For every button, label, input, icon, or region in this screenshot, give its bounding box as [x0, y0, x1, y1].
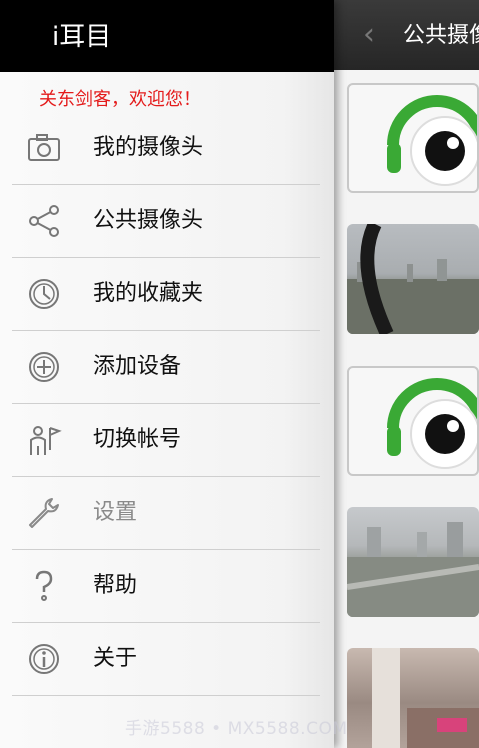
wrench-icon: [29, 498, 59, 528]
menu-label: 我的收藏夹: [93, 281, 204, 306]
menu-item-about[interactable]: 关于: [12, 623, 320, 696]
menu-label: 帮助: [93, 573, 138, 598]
menu-item-add-device[interactable]: 添加设备: [12, 331, 320, 404]
camera-snapshot: [347, 224, 479, 334]
public-camera-header: ‹ 公共摄像头: [333, 0, 479, 70]
back-icon[interactable]: ‹: [363, 20, 375, 50]
drawer-header: i耳目: [0, 0, 334, 72]
share-icon: [29, 205, 59, 237]
navigation-drawer: i耳目 关东剑客，欢迎您！ 我的摄像头 公共摄像头 我的收藏夹 添加设备 切换帐…: [0, 0, 334, 748]
menu-label: 添加设备: [93, 354, 182, 379]
camera-logo-thumbnail: [347, 366, 479, 476]
menu-label: 公共摄像头: [93, 208, 204, 233]
menu-item-public-cameras[interactable]: 公共摄像头: [12, 185, 320, 258]
menu-item-my-cameras[interactable]: 我的摄像头: [12, 112, 320, 185]
menu-item-settings[interactable]: 设置: [12, 477, 320, 550]
user-switch-icon: [30, 426, 62, 455]
menu-label: 关于: [93, 646, 138, 671]
menu-item-switch-account[interactable]: 切换帐号: [12, 404, 320, 477]
camera-logo-thumbnail: [347, 83, 479, 193]
camera-list-item[interactable]: [333, 70, 479, 211]
menu-label: 设置: [93, 500, 138, 525]
question-icon: [35, 570, 53, 601]
camera-list-item[interactable]: [333, 210, 479, 351]
clock-icon: [29, 279, 59, 309]
menu-item-help[interactable]: 帮助: [12, 550, 320, 623]
info-icon: [29, 644, 59, 674]
public-camera-title: 公共摄像头: [403, 23, 479, 48]
public-camera-screen: ‹ 公共摄像头: [333, 0, 479, 748]
camera-list-item[interactable]: [333, 630, 479, 748]
menu-label: 切换帐号: [93, 427, 182, 452]
camera-icon: [28, 134, 60, 161]
app-title: i耳目: [52, 22, 112, 52]
camera-list-item[interactable]: [333, 350, 479, 491]
menu-item-favorites[interactable]: 我的收藏夹: [12, 258, 320, 331]
welcome-message: 关东剑客，欢迎您！: [39, 89, 201, 110]
menu-label: 我的摄像头: [93, 135, 204, 160]
camera-snapshot: [347, 648, 479, 748]
camera-list-item[interactable]: [333, 490, 479, 631]
watermark: 手游5588 • MX5588.COM: [125, 719, 348, 739]
camera-snapshot: [347, 507, 479, 617]
plus-circle-icon: [29, 352, 59, 382]
